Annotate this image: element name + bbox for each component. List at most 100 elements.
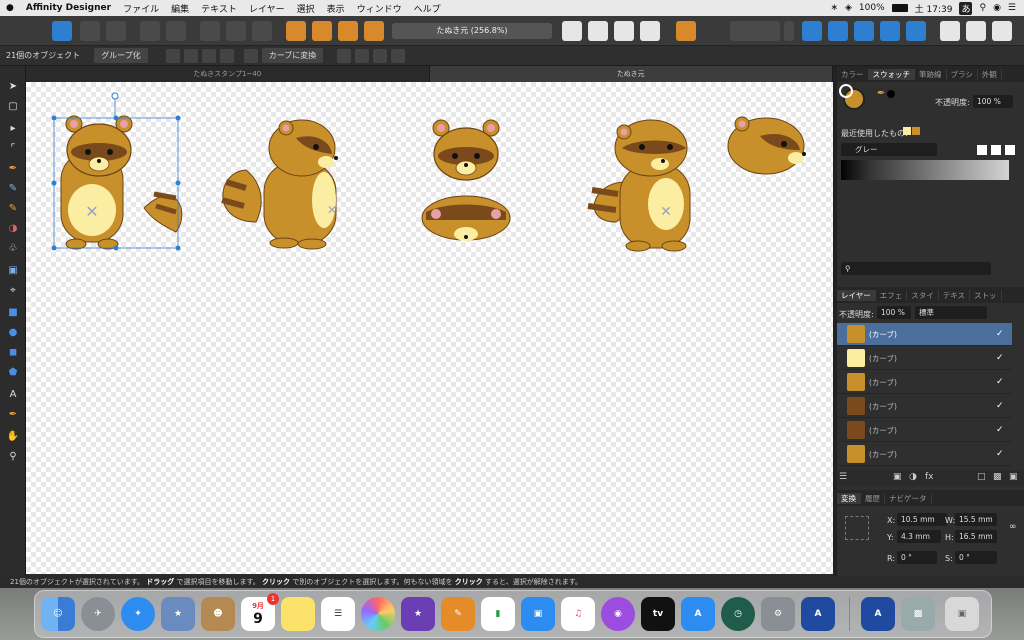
convert-to-curves-button[interactable]: カーブに変換 bbox=[261, 48, 324, 63]
pen-tool-icon[interactable]: ✒ bbox=[5, 160, 21, 176]
ellipse-tool-icon[interactable]: ● bbox=[5, 324, 21, 340]
white-swatch[interactable] bbox=[991, 145, 1001, 155]
black-swatch[interactable] bbox=[887, 90, 895, 98]
battery-percent[interactable]: 100% bbox=[859, 3, 885, 13]
swatch-search-input[interactable]: ⚲ bbox=[841, 262, 991, 275]
brush-tool-icon[interactable]: ✎ bbox=[5, 200, 21, 216]
search-icon[interactable]: ⚲ bbox=[979, 3, 986, 13]
eyedropper-icon[interactable]: ✒ bbox=[877, 88, 885, 99]
flip-horizontal-icon[interactable] bbox=[562, 21, 582, 41]
boolean-add-icon[interactable] bbox=[802, 21, 822, 41]
arrange-back-icon[interactable] bbox=[286, 21, 306, 41]
layers-stack-icon[interactable]: ☰ bbox=[839, 472, 847, 482]
convert-icon[interactable] bbox=[243, 48, 258, 63]
rotate-left-icon[interactable] bbox=[614, 21, 634, 41]
menu-view[interactable]: 表示 bbox=[321, 2, 351, 15]
tanuki-lying-head[interactable] bbox=[421, 195, 511, 241]
transform-origin-icon[interactable] bbox=[165, 48, 180, 63]
recent-swatch-belly[interactable] bbox=[903, 127, 911, 135]
alignment-handles-icon[interactable] bbox=[201, 48, 216, 63]
mask-icon[interactable]: ▣ bbox=[893, 472, 902, 482]
wifi-icon[interactable]: ◈ bbox=[845, 3, 852, 13]
transparency-tool-icon[interactable]: ♧ bbox=[5, 240, 21, 256]
rotate-right-icon[interactable] bbox=[640, 21, 660, 41]
affinity-designer-icon[interactable]: A bbox=[801, 597, 835, 631]
arrange-backward-icon[interactable] bbox=[312, 21, 332, 41]
apple-menu-icon[interactable]: ● bbox=[0, 3, 20, 13]
insert-inside-icon[interactable] bbox=[940, 21, 960, 41]
tab-text-styles[interactable]: テキス bbox=[939, 289, 971, 301]
menu-text[interactable]: テキスト bbox=[195, 2, 243, 15]
imovie-icon[interactable]: ★ bbox=[401, 597, 435, 631]
tab-effects[interactable]: エフェ bbox=[876, 289, 908, 301]
distribute-icon[interactable] bbox=[391, 48, 406, 63]
view-split-icon[interactable] bbox=[252, 21, 272, 41]
time-machine-icon[interactable]: ◷ bbox=[721, 597, 755, 631]
y-field[interactable]: 4.3 mm bbox=[897, 530, 941, 543]
tab-stock[interactable]: ストッ bbox=[970, 289, 1002, 301]
layer-row[interactable]: (カーブ) ✓ bbox=[837, 347, 1012, 370]
align-center-icon[interactable] bbox=[355, 48, 370, 63]
add-layer-icon[interactable]: □ bbox=[977, 472, 986, 482]
layer-row[interactable]: (カーブ) ✓ bbox=[837, 371, 1012, 394]
link-icon[interactable]: ∞ bbox=[1009, 522, 1017, 532]
tanuki-side-head[interactable] bbox=[727, 116, 806, 175]
visibility-checkbox[interactable]: ✓ bbox=[996, 353, 1006, 363]
tab-styles[interactable]: スタイ bbox=[907, 289, 939, 301]
reminders-icon[interactable]: ☰ bbox=[321, 597, 355, 631]
app-store-icon[interactable]: A bbox=[681, 597, 715, 631]
tanuki-front-selected[interactable]: ✕ bbox=[51, 92, 183, 251]
arrange-forward-icon[interactable] bbox=[338, 21, 358, 41]
notification-center-icon[interactable]: ☰ bbox=[1008, 3, 1016, 13]
tab-layers[interactable]: レイヤー bbox=[837, 289, 876, 301]
rotate-handle-icon[interactable] bbox=[219, 48, 234, 63]
tab-history[interactable]: 履歴 bbox=[861, 492, 885, 504]
layer-row[interactable]: (カーブ) ✓ bbox=[837, 419, 1012, 442]
visibility-checkbox[interactable]: ✓ bbox=[996, 425, 1006, 435]
fill-tool-icon[interactable]: ◑ bbox=[5, 220, 21, 236]
keynote-icon[interactable]: ▣ bbox=[521, 597, 555, 631]
palette-select[interactable]: グレー bbox=[841, 143, 937, 156]
text-tool-icon[interactable]: A bbox=[5, 386, 21, 402]
view-outline-icon[interactable] bbox=[226, 21, 246, 41]
siri-icon[interactable]: ◉ bbox=[993, 3, 1001, 13]
tab-swatches[interactable]: スウォッチ bbox=[868, 68, 915, 80]
trash-icon[interactable]: ▣ bbox=[945, 597, 979, 631]
tanuki-side[interactable]: ✕ bbox=[221, 119, 338, 250]
numbers-icon[interactable]: ▮ bbox=[481, 597, 515, 631]
s-field[interactable]: 0 ° bbox=[955, 551, 997, 564]
trash-icon[interactable]: ▣ bbox=[1009, 472, 1018, 482]
insert-top-icon[interactable] bbox=[992, 21, 1012, 41]
gray-swatches[interactable] bbox=[841, 160, 1009, 180]
place-image-icon[interactable]: ▣ bbox=[5, 262, 21, 278]
layer-row[interactable]: (カーブ) ✓ bbox=[837, 323, 1012, 346]
color-picker-icon[interactable]: ✒ bbox=[5, 406, 21, 422]
bluetooth-icon[interactable]: ∗ bbox=[830, 3, 838, 13]
boolean-divide-icon[interactable] bbox=[906, 21, 926, 41]
blend-mode-select[interactable]: 標準 bbox=[915, 306, 987, 319]
boolean-xor-icon[interactable] bbox=[880, 21, 900, 41]
tab-tanuki-original[interactable]: たぬき元 bbox=[429, 66, 833, 82]
fx-icon[interactable]: fx bbox=[925, 472, 934, 482]
anchor-selector[interactable] bbox=[845, 516, 869, 540]
flip-vertical-icon[interactable] bbox=[588, 21, 608, 41]
visibility-checkbox[interactable]: ✓ bbox=[996, 449, 1006, 459]
polygon-tool-icon[interactable]: ⬟ bbox=[5, 364, 21, 380]
tab-brushes[interactable]: ブラシ bbox=[947, 68, 978, 80]
visibility-checkbox[interactable]: ✓ bbox=[996, 377, 1006, 387]
boolean-intersect-icon[interactable] bbox=[854, 21, 874, 41]
h-field[interactable]: 16.5 mm bbox=[955, 530, 997, 543]
tab-transform[interactable]: 変換 bbox=[837, 492, 861, 504]
stroke-color-well[interactable] bbox=[839, 84, 853, 98]
tanuki-head[interactable] bbox=[432, 119, 500, 181]
crop-tool-icon[interactable]: ⌖ bbox=[5, 282, 21, 298]
insert-behind-icon[interactable] bbox=[966, 21, 986, 41]
menu-file[interactable]: ファイル bbox=[117, 2, 165, 15]
menu-edit[interactable]: 編集 bbox=[165, 2, 195, 15]
visibility-checkbox[interactable]: ✓ bbox=[996, 401, 1006, 411]
photos-icon[interactable] bbox=[361, 597, 395, 631]
system-preferences-icon[interactable]: ⚙ bbox=[761, 597, 795, 631]
app-menu[interactable]: Affinity Designer bbox=[20, 3, 117, 13]
zoom-tool-icon[interactable]: ⚲ bbox=[5, 448, 21, 464]
move-tool-icon[interactable]: ➤ bbox=[5, 78, 21, 94]
